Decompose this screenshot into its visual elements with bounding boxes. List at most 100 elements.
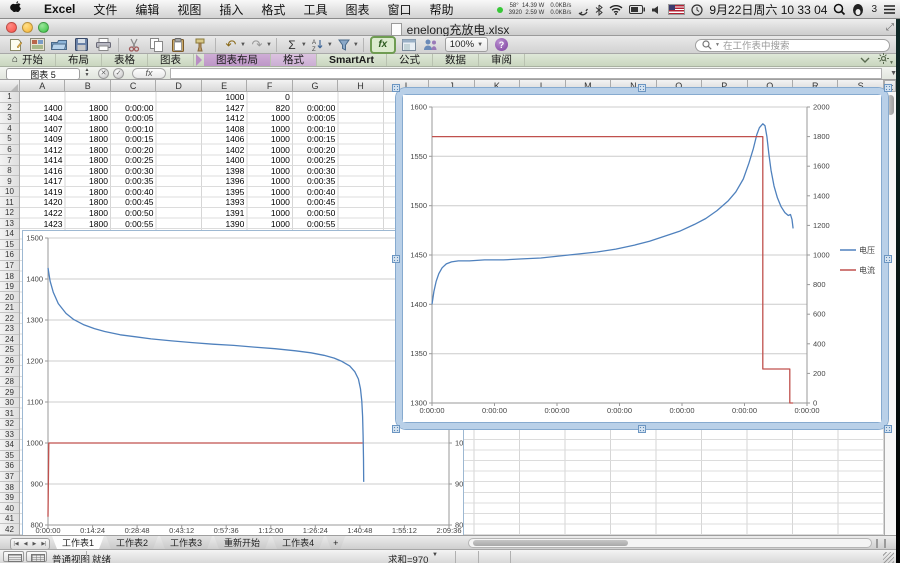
sheet-tab-工作表3[interactable]: 工作表3 (160, 536, 212, 549)
row-header-39[interactable]: 39 (0, 493, 19, 504)
column-header-H[interactable]: H (338, 80, 383, 92)
formula-builder-button[interactable]: fx (370, 36, 396, 54)
format-painter-button[interactable] (190, 37, 210, 53)
apple-menu-icon[interactable] (10, 1, 21, 17)
row-header-34[interactable]: 34 (0, 440, 19, 451)
row-header-11[interactable]: 11 (0, 197, 19, 208)
charge-chart-object[interactable]: 1300135014001450150015501600020040060080… (403, 95, 881, 422)
cell-F6[interactable]: 1000 (247, 145, 290, 156)
cell-B13[interactable]: 1800 (65, 219, 108, 230)
row-header-25[interactable]: 25 (0, 345, 19, 356)
row-header-40[interactable]: 40 (0, 503, 19, 514)
redo-dropdown-arrow[interactable]: ▼ (266, 42, 272, 48)
column-header-G[interactable]: G (293, 80, 338, 92)
cell-G6[interactable]: 0:00:20 (293, 145, 336, 156)
column-header-D[interactable]: D (156, 80, 201, 92)
cell-E2[interactable]: 1427 (202, 103, 245, 114)
search-box[interactable]: ▼ 在工作表中搜索 (695, 39, 890, 52)
selection-handle-6[interactable] (638, 425, 646, 433)
row-header-2[interactable]: 2 (0, 103, 19, 114)
cell-A11[interactable]: 1420 (20, 197, 63, 208)
last-sheet-icon[interactable]: ▶| (41, 541, 46, 547)
menu-bar-clock[interactable]: 9月22日周六 10 33 04 (709, 1, 827, 18)
cell-B5[interactable]: 1800 (65, 134, 108, 145)
cell-F3[interactable]: 1000 (247, 113, 290, 124)
row-header-6[interactable]: 6 (0, 145, 19, 156)
normal-view-button[interactable] (3, 551, 24, 562)
cell-C12[interactable]: 0:00:50 (111, 208, 154, 219)
next-sheet-icon[interactable]: ▶ (32, 541, 36, 547)
row-header-23[interactable]: 23 (0, 324, 19, 335)
row-header-32[interactable]: 32 (0, 419, 19, 430)
cell-F8[interactable]: 1000 (247, 166, 290, 177)
selection-handle-7[interactable] (884, 425, 892, 433)
cell-A8[interactable]: 1416 (20, 166, 63, 177)
cell-F9[interactable]: 1000 (247, 176, 290, 187)
ribbon-tab-布局[interactable]: 布局 (56, 54, 102, 66)
cell-B9[interactable]: 1800 (65, 176, 108, 187)
cancel-entry-button[interactable]: ✕ (98, 68, 109, 79)
row-header-17[interactable]: 17 (0, 261, 19, 272)
insert-function-button[interactable]: fx (132, 68, 166, 79)
cell-E8[interactable]: 1398 (202, 166, 245, 177)
row-header-38[interactable]: 38 (0, 482, 19, 493)
cell-G7[interactable]: 0:00:25 (293, 155, 336, 166)
spotlight-search-icon[interactable] (833, 3, 846, 16)
vertical-scrollbar-thumb[interactable] (887, 95, 894, 115)
notification-center-icon[interactable] (883, 4, 896, 15)
menu-窗口[interactable]: 窗口 (378, 3, 420, 17)
cell-G9[interactable]: 0:00:35 (293, 176, 336, 187)
cell-A13[interactable]: 1423 (20, 219, 63, 230)
save-button[interactable] (71, 37, 91, 53)
row-header-15[interactable]: 15 (0, 240, 19, 251)
row-header-35[interactable]: 35 (0, 451, 19, 462)
phone-icon[interactable] (577, 4, 589, 16)
cell-B2[interactable]: 1800 (65, 103, 108, 114)
cell-E11[interactable]: 1393 (202, 197, 245, 208)
cell-C10[interactable]: 0:00:40 (111, 187, 154, 198)
cell-E1[interactable]: 1000 (202, 92, 245, 103)
cut-button[interactable] (124, 37, 144, 53)
selection-handle-2[interactable] (884, 84, 892, 92)
row-header-28[interactable]: 28 (0, 377, 19, 388)
filter-button[interactable] (334, 37, 354, 53)
ribbon-gear-icon[interactable]: ▼ (878, 53, 894, 67)
cell-C3[interactable]: 0:00:05 (111, 113, 154, 124)
sum-dropdown-arrow[interactable]: ▼ (432, 552, 438, 558)
horizontal-split-handle[interactable] (876, 539, 886, 548)
row-header-12[interactable]: 12 (0, 208, 19, 219)
cell-A6[interactable]: 1412 (20, 145, 63, 156)
menu-文件[interactable]: 文件 (84, 3, 126, 17)
formula-input[interactable] (170, 68, 882, 79)
cell-G2[interactable]: 0:00:00 (293, 103, 336, 114)
row-header-24[interactable]: 24 (0, 335, 19, 346)
menu-编辑[interactable]: 编辑 (126, 3, 168, 17)
cell-A10[interactable]: 1419 (20, 187, 63, 198)
row-header-31[interactable]: 31 (0, 408, 19, 419)
cell-B6[interactable]: 1800 (65, 145, 108, 156)
sheet-tab-工作表4[interactable]: 工作表4 (272, 536, 324, 549)
column-header-B[interactable]: B (65, 80, 110, 92)
menu-工具[interactable]: 工具 (294, 3, 336, 17)
cell-A2[interactable]: 1400 (20, 103, 63, 114)
cell-F5[interactable]: 1000 (247, 134, 290, 145)
autosum-button[interactable]: Σ (282, 37, 302, 53)
cell-F13[interactable]: 1000 (247, 219, 290, 230)
cell-B3[interactable]: 1800 (65, 113, 108, 124)
menu-视图[interactable]: 视图 (168, 3, 210, 17)
horizontal-scrollbar-thumb[interactable] (473, 540, 628, 546)
row-header-10[interactable]: 10 (0, 187, 19, 198)
row-header-30[interactable]: 30 (0, 398, 19, 409)
cell-E9[interactable]: 1396 (202, 176, 245, 187)
name-box-stepper[interactable]: ▲▼ (82, 68, 92, 79)
cell-C5[interactable]: 0:00:15 (111, 134, 154, 145)
ribbon-tab-开始[interactable]: ⌂开始 (0, 54, 56, 66)
cell-E4[interactable]: 1408 (202, 124, 245, 135)
paste-button[interactable] (168, 37, 188, 53)
row-header-3[interactable]: 3 (0, 113, 19, 124)
row-header-5[interactable]: 5 (0, 134, 19, 145)
bluetooth-icon[interactable] (595, 4, 603, 16)
row-header-20[interactable]: 20 (0, 292, 19, 303)
copy-button[interactable] (146, 37, 166, 53)
ribbon-tab-公式[interactable]: 公式 (387, 54, 433, 66)
